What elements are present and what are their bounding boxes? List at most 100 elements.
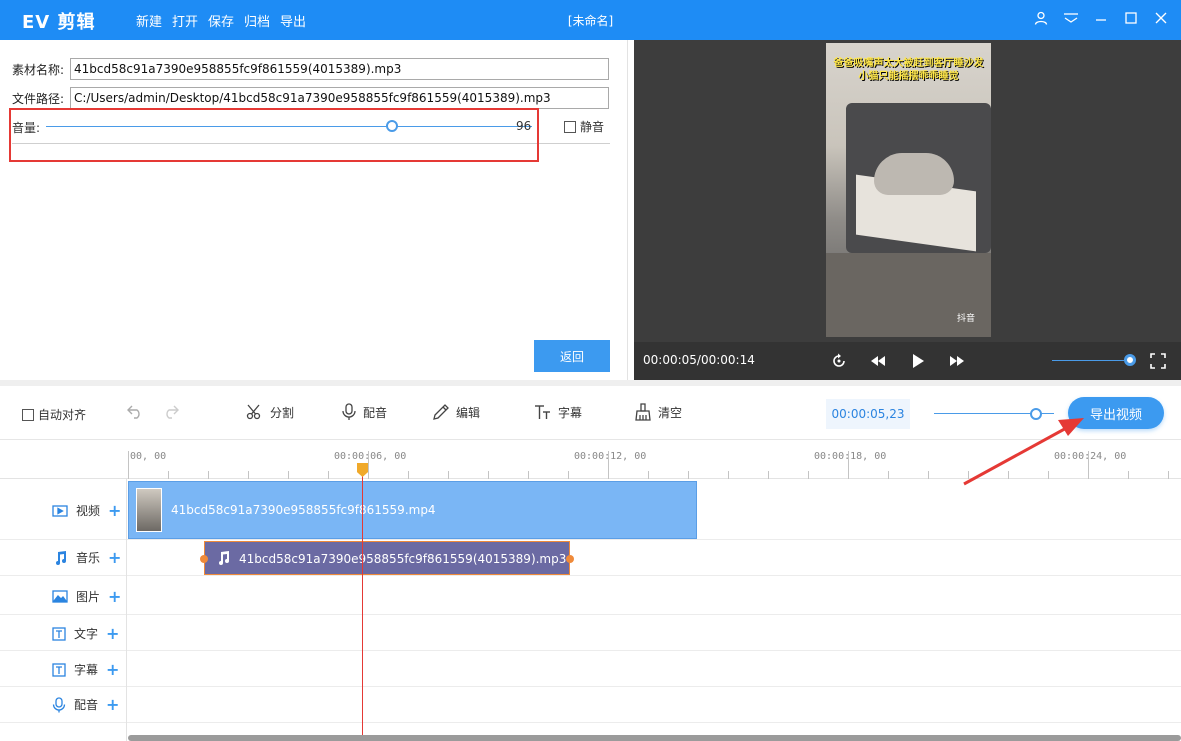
auto-align-label: 自动对齐 (38, 408, 87, 422)
ruler-tick (128, 451, 129, 479)
edit-button[interactable]: 编辑 (432, 403, 480, 421)
dub-button[interactable]: 配音 (341, 403, 387, 421)
track-label-subtitle-text: 字幕 (74, 663, 99, 677)
track-label-image: 图片 + (52, 588, 121, 605)
track-label-video: 视频 + (52, 502, 121, 519)
scissors-icon (246, 404, 261, 420)
app-logo: EV 剪辑 (22, 12, 96, 33)
ruler-tick (1088, 451, 1089, 479)
user-icon[interactable] (1033, 10, 1049, 26)
replay-icon[interactable] (830, 352, 848, 370)
back-button[interactable]: 返回 (534, 340, 610, 372)
ruler-tick (848, 451, 849, 479)
track-label-music: 音乐 + (52, 549, 121, 566)
split-button[interactable]: 分割 (246, 403, 294, 421)
clear-button[interactable]: 清空 (634, 403, 682, 421)
ruler-tick (648, 471, 649, 479)
video-clip-name: 41bcd58c91a7390e958855fc9f861559.mp4 (171, 503, 436, 517)
subtitle-icon (52, 662, 66, 677)
audio-clip-right-handle[interactable] (566, 555, 574, 563)
track-image (0, 576, 1181, 615)
mute-checkbox[interactable] (564, 120, 576, 133)
maximize-icon[interactable] (1123, 10, 1139, 26)
edit-label: 编辑 (456, 405, 481, 420)
ruler-tick (448, 471, 449, 479)
track-label-subtitle: 字幕 + (52, 661, 119, 678)
ruler-tick (608, 451, 609, 479)
name-field[interactable]: 41bcd58c91a7390e958855fc9f861559(4015389… (70, 58, 609, 80)
playback-time: 00:00:05/00:00:14 (643, 353, 755, 367)
fullscreen-icon[interactable] (1149, 352, 1167, 370)
mute-toggle[interactable]: 静音 (564, 118, 604, 135)
preview-volume-slider[interactable] (1052, 360, 1130, 361)
ruler-tick (168, 471, 169, 479)
path-field[interactable]: C:/Users/admin/Desktop/41bcd58c91a7390e9… (70, 87, 609, 109)
ruler-tick (1048, 471, 1049, 479)
menu-new[interactable]: 新建 (136, 11, 172, 30)
close-icon[interactable] (1153, 10, 1169, 26)
timeline-scrollbar[interactable] (128, 735, 1181, 741)
text-icon (52, 626, 66, 641)
timeline-toolbar: 自动对齐 分割 配音 编辑 字幕 清空 00:00:05,23 导出视频 (0, 386, 1181, 440)
auto-align-checkbox[interactable] (22, 408, 34, 421)
ruler-tick (248, 471, 249, 479)
ruler-tick (728, 471, 729, 479)
add-music-icon[interactable]: + (108, 549, 121, 565)
fast-forward-icon[interactable] (948, 352, 966, 370)
preview-volume-handle[interactable] (1124, 354, 1136, 366)
add-text-icon[interactable]: + (106, 625, 119, 641)
timeline: 00, 00 00:00:06, 00 00:00:12, 00 00:00:1… (0, 441, 1181, 741)
ruler-label-4: 00:00:24, 00 (1054, 451, 1127, 462)
menu-save[interactable]: 保存 (208, 11, 244, 30)
auto-align-toggle[interactable]: 自动对齐 (22, 406, 86, 423)
main-menu: 新建 打开 保存 归档 导出 (136, 11, 316, 30)
video-clip[interactable]: 41bcd58c91a7390e958855fc9f861559.mp4 (128, 481, 697, 539)
name-row: 素材名称: 41bcd58c91a7390e958855fc9f861559(4… (12, 58, 609, 80)
menu-dropdown-icon[interactable] (1063, 10, 1079, 26)
track-label-music-text: 音乐 (76, 551, 101, 565)
track-label-video-text: 视频 (76, 504, 101, 518)
play-icon[interactable] (909, 352, 927, 370)
ruler-tick (808, 471, 809, 479)
add-video-icon[interactable]: + (108, 502, 121, 518)
export-video-button[interactable]: 导出视频 (1068, 397, 1164, 429)
video-preview-panel: 爸爸吸嘴声太大被赶到客厅睡沙发 小猫只能摇摆乖乖睡觉 抖音 00:00:05/0… (634, 40, 1181, 380)
split-label: 分割 (270, 405, 295, 420)
add-image-icon[interactable]: + (108, 588, 121, 604)
zoom-slider-handle[interactable] (1030, 408, 1042, 420)
ruler-label-0: 00, 00 (130, 451, 167, 462)
time-ruler[interactable]: 00, 00 00:00:06, 00 00:00:12, 00 00:00:1… (0, 441, 1181, 479)
ruler-tick (768, 471, 769, 479)
ruler-tick (688, 471, 689, 479)
audio-clip[interactable]: 41bcd58c91a7390e958855fc9f861559(4015389… (200, 541, 574, 575)
add-dub-icon[interactable]: + (106, 696, 119, 712)
window-controls (1033, 10, 1169, 26)
ruler-tick (928, 471, 929, 479)
ruler-tick (408, 471, 409, 479)
ruler-tick (1168, 471, 1169, 479)
redo-icon[interactable] (162, 404, 180, 423)
menu-archive[interactable]: 归档 (244, 11, 280, 30)
rewind-icon[interactable] (869, 352, 887, 370)
ruler-tick (368, 451, 369, 479)
ruler-label-3: 00:00:18, 00 (814, 451, 887, 462)
video-frame[interactable]: 爸爸吸嘴声太大被赶到客厅睡沙发 小猫只能摇摆乖乖睡觉 抖音 (826, 43, 991, 337)
ruler-tick (328, 471, 329, 479)
ruler-tick (568, 471, 569, 479)
playhead-line[interactable] (362, 463, 363, 741)
minimize-icon[interactable] (1093, 10, 1109, 26)
title-bar: EV 剪辑 新建 打开 保存 归档 导出 [未命名] (0, 0, 1181, 40)
ruler-tick (1128, 471, 1129, 479)
undo-icon[interactable] (126, 404, 144, 423)
ruler-tick (208, 471, 209, 479)
add-subtitle-icon[interactable]: + (106, 661, 119, 677)
ruler-tick (488, 471, 489, 479)
ruler-tick (1008, 471, 1009, 479)
pencil-icon (433, 404, 449, 420)
menu-export[interactable]: 导出 (280, 11, 316, 30)
audio-clip-left-handle[interactable] (200, 555, 208, 563)
video-icon (52, 504, 68, 517)
track-label-image-text: 图片 (76, 590, 101, 604)
subtitle-button[interactable]: 字幕 (534, 403, 582, 421)
menu-open[interactable]: 打开 (172, 11, 208, 30)
